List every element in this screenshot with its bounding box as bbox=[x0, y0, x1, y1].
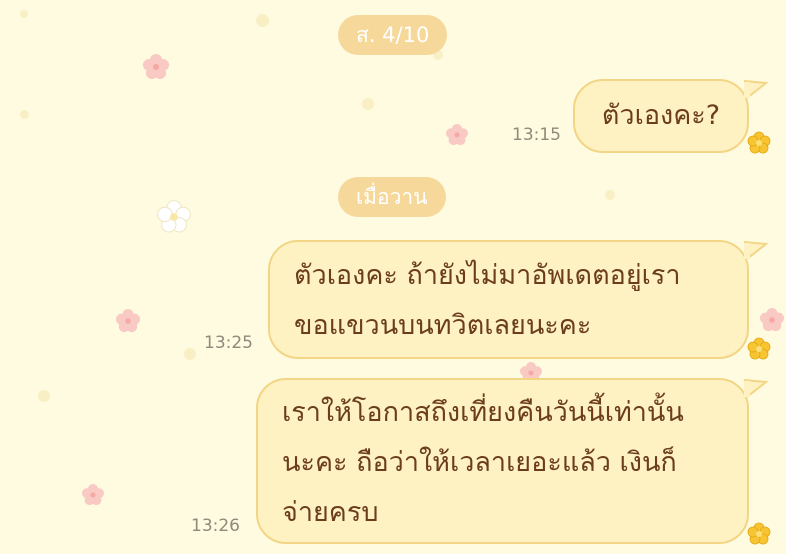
background-dot bbox=[184, 348, 196, 360]
flower-icon bbox=[82, 484, 104, 506]
chat-view: ส. 4/10 ตัวเองคะ? 13:15 เมื่อวาน ตัวเองค… bbox=[0, 0, 786, 554]
background-dot bbox=[20, 110, 29, 119]
flower-icon bbox=[446, 124, 468, 146]
message-time: 13:26 bbox=[191, 516, 240, 536]
message-time: 13:25 bbox=[204, 333, 253, 353]
message-bubble[interactable]: ตัวเองคะ? bbox=[573, 79, 749, 153]
bubble-tail bbox=[744, 79, 768, 99]
background-dot bbox=[605, 190, 615, 200]
background-dot bbox=[256, 14, 269, 27]
flower-icon bbox=[747, 522, 771, 545]
background-dot bbox=[20, 10, 28, 18]
bubble-tail bbox=[744, 378, 768, 398]
message-text-line: ขอแขวนบนทวิตเลยนะคะ bbox=[294, 310, 592, 341]
date-separator: เมื่อวาน bbox=[338, 177, 446, 217]
flower-icon bbox=[116, 309, 140, 333]
flower-icon bbox=[747, 131, 771, 154]
flower-icon bbox=[143, 54, 169, 79]
message-bubble[interactable]: เราให้โอกาสถึงเที่ยงคืนวันนี้เท่านั้น นะ… bbox=[256, 378, 749, 544]
message-text-line: นะคะ ถือว่าให้เวลาเยอะแล้ว เงินก็ bbox=[282, 447, 677, 478]
date-separator: ส. 4/10 bbox=[338, 15, 448, 55]
message-time: 13:15 bbox=[512, 125, 561, 145]
background-dot bbox=[362, 98, 374, 110]
background-dot bbox=[38, 390, 50, 402]
message-text-line: เราให้โอกาสถึงเที่ยงคืนวันนี้เท่านั้น bbox=[282, 397, 684, 428]
bubble-tail bbox=[744, 240, 768, 260]
message-text-line: จ่ายครบ bbox=[282, 497, 379, 528]
flower-icon bbox=[747, 337, 771, 360]
message-text-line: ตัวเองคะ? bbox=[601, 100, 721, 131]
message-bubble[interactable]: ตัวเองคะ ถ้ายังไม่มาอัพเดตอยู่เรา ขอแขวน… bbox=[268, 240, 749, 359]
flower-icon bbox=[760, 308, 784, 332]
message-text-line: ตัวเองคะ ถ้ายังไม่มาอัพเดตอยู่เรา bbox=[294, 260, 681, 291]
flower-icon bbox=[157, 200, 191, 233]
